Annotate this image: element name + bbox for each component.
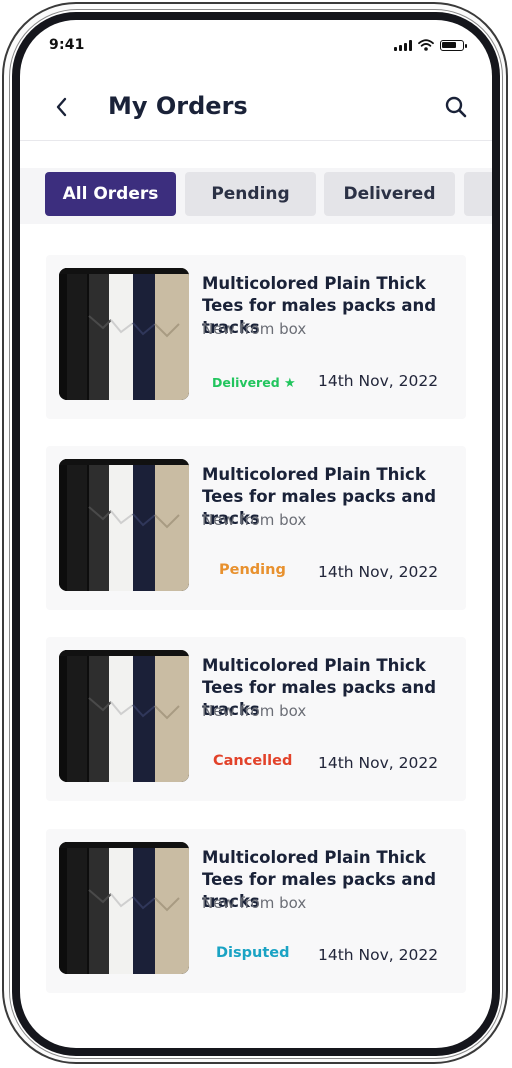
search-button[interactable]: [442, 93, 470, 121]
status-badge: Cancelled: [213, 753, 293, 769]
wifi-icon: [418, 39, 434, 51]
product-image: [59, 842, 189, 974]
product-subtitle: New from box: [202, 511, 307, 529]
product-subtitle: New from box: [202, 894, 307, 912]
order-date: 14th Nov, 2022: [318, 946, 439, 964]
signal-icon: [394, 39, 412, 51]
product-subtitle: New from box: [202, 320, 307, 338]
status-icons: [394, 39, 467, 51]
page-title: My Orders: [108, 92, 248, 120]
product-image: [59, 459, 189, 591]
status-badge: Delivered ★: [212, 375, 296, 391]
phone-screen: 9:41 My Orders All Orders Pending Delive…: [20, 20, 492, 1048]
order-card[interactable]: Multicolored Plain Thick Tees for males …: [46, 255, 466, 419]
product-image: [59, 650, 189, 782]
tab-pending[interactable]: Pending: [185, 172, 316, 216]
tab-partial-next[interactable]: [464, 172, 492, 216]
filter-tabs: All Orders Pending Delivered: [20, 168, 492, 224]
tab-delivered[interactable]: Delivered: [324, 172, 455, 216]
order-date: 14th Nov, 2022: [318, 754, 439, 772]
back-arrow-icon: [56, 97, 67, 117]
order-date: 14th Nov, 2022: [318, 563, 439, 581]
order-date: 14th Nov, 2022: [318, 372, 439, 390]
status-badge: Disputed: [216, 945, 290, 961]
battery-icon: [440, 39, 467, 51]
order-card[interactable]: Multicolored Plain Thick Tees for males …: [46, 446, 466, 610]
order-card[interactable]: Multicolored Plain Thick Tees for males …: [46, 637, 466, 801]
order-card[interactable]: Multicolored Plain Thick Tees for males …: [46, 829, 466, 993]
product-image: [59, 268, 189, 400]
status-time: 9:41: [49, 37, 85, 53]
tab-all-orders[interactable]: All Orders: [45, 172, 176, 216]
search-icon: [445, 96, 467, 118]
back-button[interactable]: [48, 93, 76, 121]
status-badge: Pending: [219, 562, 286, 578]
product-subtitle: New from box: [202, 702, 307, 720]
star-icon: ★: [284, 376, 296, 391]
status-label: Delivered: [212, 375, 280, 390]
app-header: My Orders: [20, 78, 492, 141]
